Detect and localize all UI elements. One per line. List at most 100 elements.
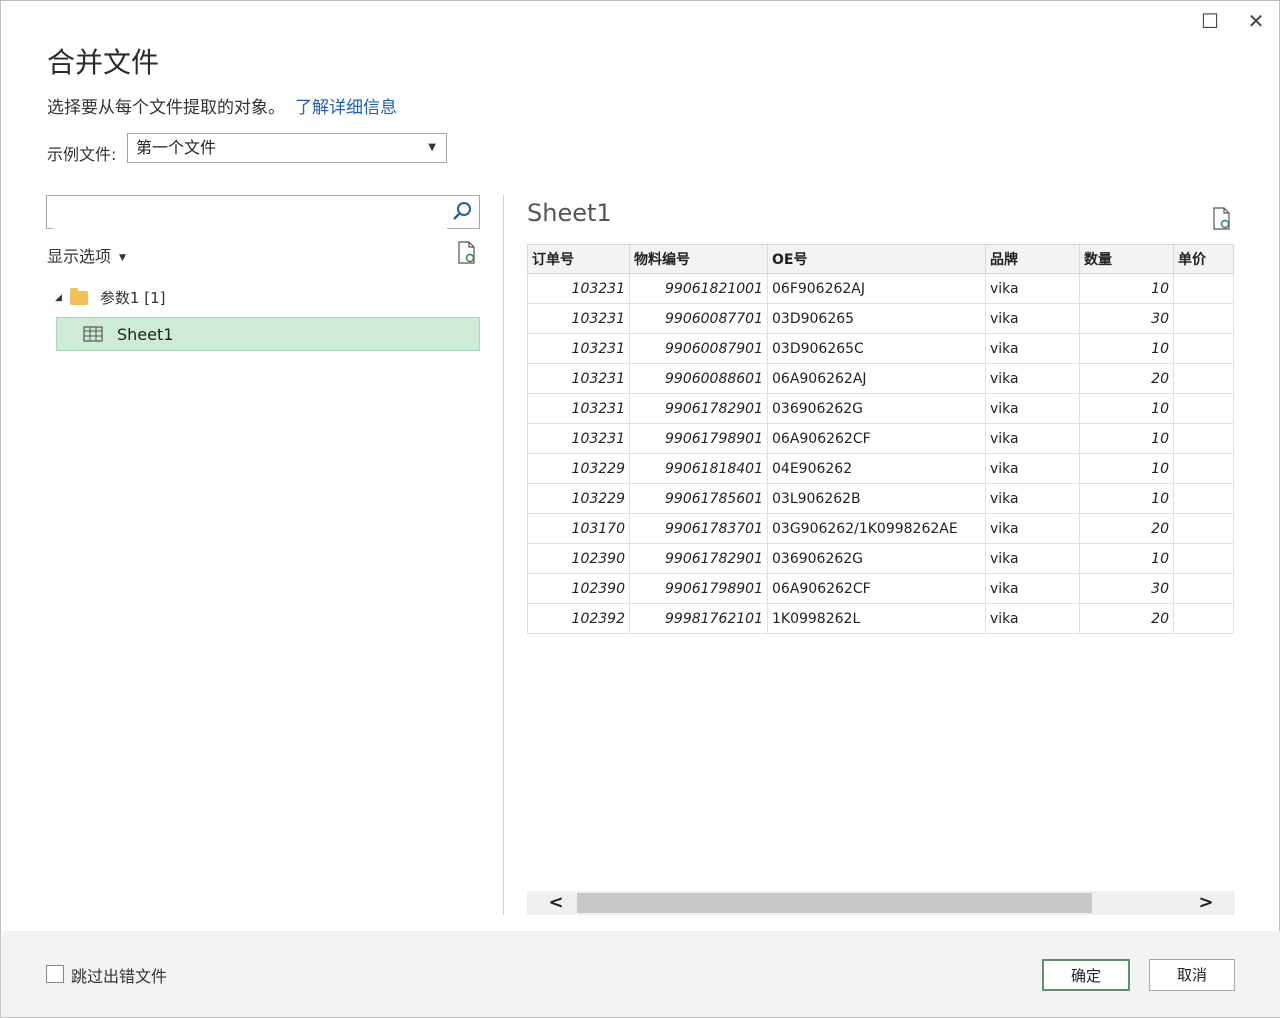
table-row: 102392 99981762101 1K0998262L vika 20 [527, 603, 1234, 634]
table-header-row: 订单号 物料编号 OE号 品牌 数量 单价 [527, 244, 1234, 274]
table-cell [1173, 333, 1234, 364]
cancel-button[interactable]: 取消 [1149, 959, 1235, 991]
dialog-description: 选择要从每个文件提取的对象。 了解详细信息 [47, 93, 397, 118]
table-cell: 99061821001 [629, 273, 768, 304]
table-cell: 03D906265 [767, 303, 986, 334]
table-cell: 103229 [527, 483, 630, 514]
table-row: 103231 99061798901 06A906262CF vika 10 [527, 423, 1234, 454]
folder-label: 参数1 [1] [99, 289, 166, 307]
table-cell: 06A906262CF [767, 423, 986, 454]
table-cell: 10 [1079, 333, 1174, 364]
collapse-triangle-icon[interactable]: ◢ [55, 293, 62, 303]
table-cell: 99061785601 [629, 483, 768, 514]
table-cell: 103231 [527, 273, 630, 304]
display-options-button[interactable]: 显示选项 ▼ [47, 243, 126, 267]
preview-table: 订单号 物料编号 OE号 品牌 数量 单价 103231 99061821001 0… [527, 244, 1234, 634]
column-header: OE号 [767, 244, 986, 274]
table-row: 102390 99061798901 06A906262CF vika 30 [527, 573, 1234, 604]
table-cell: vika [985, 513, 1080, 544]
table-cell: 99981762101 [629, 603, 768, 634]
table-cell: 06A906262AJ [767, 363, 986, 394]
maximize-icon[interactable]: ☐ [1198, 9, 1222, 33]
table-cell: 20 [1079, 603, 1174, 634]
column-header: 单价 [1173, 244, 1234, 274]
table-cell: 103231 [527, 393, 630, 424]
table-cell: vika [985, 543, 1080, 574]
table-cell: 1K0998262L [767, 603, 986, 634]
table-cell: 103231 [527, 333, 630, 364]
column-header: 数量 [1079, 244, 1174, 274]
skip-errors-label: 跳过出错文件 [71, 967, 168, 986]
table-cell: 03D906265C [767, 333, 986, 364]
scroll-left-icon[interactable]: < [541, 891, 571, 915]
sample-file-value: 第一个文件 [136, 138, 217, 157]
tree-sheet-item[interactable]: Sheet1 [56, 317, 480, 351]
table-cell: 04E906262 [767, 453, 986, 484]
table-row: 103231 99060087701 03D906265 vika 30 [527, 303, 1234, 334]
table-row: 103231 99061782901 036906262G vika 10 [527, 393, 1234, 424]
table-row: 103170 99061783701 03G906262/1K0998262AE vi… [527, 513, 1234, 544]
refresh-icon[interactable] [457, 241, 477, 265]
table-cell [1173, 393, 1234, 424]
table-cell: 99061798901 [629, 423, 768, 454]
table-cell: 10 [1079, 543, 1174, 574]
table-cell: 102390 [527, 573, 630, 604]
table-cell: 99061782901 [629, 543, 768, 574]
table-cell: vika [985, 603, 1080, 634]
table-cell: 03G906262/1K0998262AE [767, 513, 986, 544]
column-header: 品牌 [985, 244, 1080, 274]
display-options-label: 显示选项 [47, 247, 112, 266]
table-cell: 06F906262AJ [767, 273, 986, 304]
table-cell [1173, 513, 1234, 544]
search-input[interactable] [53, 197, 447, 229]
table-cell: vika [985, 453, 1080, 484]
search-icon[interactable] [451, 200, 473, 222]
table-row: 103231 99060087901 03D906265C vika 10 [527, 333, 1234, 364]
table-cell: 103231 [527, 423, 630, 454]
table-cell [1173, 273, 1234, 304]
ok-button[interactable]: 确定 [1042, 959, 1130, 991]
table-cell [1173, 423, 1234, 454]
table-cell: 99060088601 [629, 363, 768, 394]
table-cell: vika [985, 483, 1080, 514]
chevron-down-icon: ▼ [119, 252, 126, 263]
table-cell: vika [985, 573, 1080, 604]
learn-more-link[interactable]: 了解详细信息 [295, 98, 397, 118]
pane-divider[interactable] [503, 195, 504, 915]
table-cell [1173, 363, 1234, 394]
table-cell: 10 [1079, 483, 1174, 514]
table-cell: 036906262G [767, 393, 986, 424]
refresh-preview-icon[interactable] [1212, 207, 1232, 231]
tree-folder-item[interactable]: ◢ 参数1 [1] [55, 287, 165, 308]
scroll-right-icon[interactable]: > [1191, 891, 1221, 915]
skip-errors-checkbox[interactable] [46, 965, 64, 983]
horizontal-scrollbar[interactable]: < > [527, 891, 1235, 915]
sample-file-dropdown[interactable]: 第一个文件 ▼ [127, 133, 447, 163]
table-cell: 20 [1079, 513, 1174, 544]
table-cell: 103229 [527, 453, 630, 484]
close-icon[interactable]: ✕ [1244, 9, 1268, 33]
scrollbar-thumb[interactable] [577, 893, 1092, 913]
table-cell: 10 [1079, 273, 1174, 304]
column-header: 订单号 [527, 244, 630, 274]
combine-files-dialog: ☐ ✕ 合并文件 选择要从每个文件提取的对象。 了解详细信息 示例文件: 第一个文… [0, 0, 1280, 1018]
table-cell: 10 [1079, 453, 1174, 484]
table-cell [1173, 543, 1234, 574]
table-cell: 06A906262CF [767, 573, 986, 604]
sheet-label: Sheet1 [117, 324, 174, 344]
folder-icon [69, 287, 88, 305]
table-cell: vika [985, 393, 1080, 424]
table-cell [1173, 573, 1234, 604]
preview-title: Sheet1 [527, 199, 612, 227]
table-cell: vika [985, 273, 1080, 304]
table-cell: 10 [1079, 393, 1174, 424]
table-row: 103231 99061821001 06F906262AJ vika 10 [527, 273, 1234, 304]
column-header: 物料编号 [629, 244, 768, 274]
table-cell: 99061783701 [629, 513, 768, 544]
table-cell: 10 [1079, 423, 1174, 454]
table-cell: 99061782901 [629, 393, 768, 424]
table-cell: 036906262G [767, 543, 986, 574]
table-row: 103229 99061818401 04E906262 vika 10 [527, 453, 1234, 484]
search-box [46, 195, 480, 229]
table-cell: vika [985, 363, 1080, 394]
